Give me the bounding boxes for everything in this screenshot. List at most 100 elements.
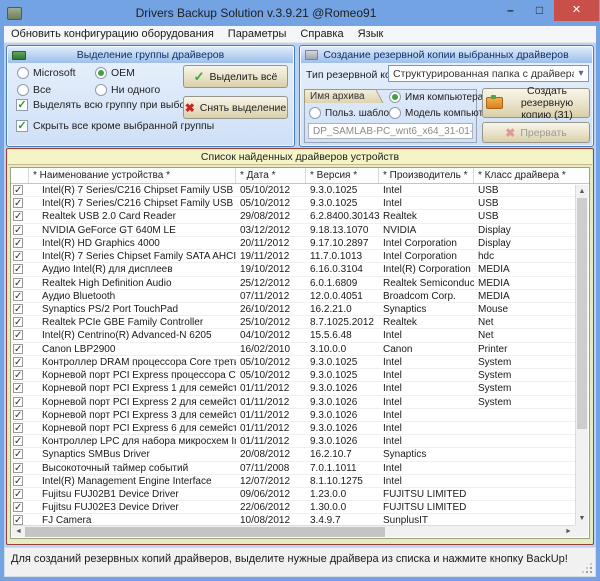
scroll-right-icon[interactable]: ► [562,526,575,538]
table-row[interactable]: ✓Корневой порт PCI Express 6 для семейст… [11,422,589,435]
client-area: Выделение группы драйверов Microsoft OEM… [4,43,596,577]
select-all-button[interactable]: ✓ Выделить всё [183,65,288,88]
close-button[interactable]: ✕ [554,0,599,21]
checkbox-select-whole-group[interactable]: ✓ Выделять всю группу при выборе [16,99,197,111]
radio-microsoft[interactable]: Microsoft [17,67,76,79]
table-row[interactable]: ✓Контроллер DRAM процессора Core третьег… [11,356,589,369]
radio-oem[interactable]: OEM [95,67,135,79]
table-row[interactable]: ✓Canon LBP290016/02/20103.10.0.0CanonPri… [11,343,589,356]
scroll-left-icon[interactable]: ◄ [12,526,25,538]
menu-help[interactable]: Справка [293,28,350,40]
radio-all[interactable]: Все [17,84,51,96]
row-checkbox[interactable]: ✓ [13,397,23,407]
radio-user-template[interactable]: Польз. шаблон [309,107,395,119]
column-device-name[interactable]: * Наименование устройства * [29,168,236,183]
table-row[interactable]: ✓NVIDIA GeForce GT 640M LE03/12/20129.18… [11,224,589,237]
table-row[interactable]: ✓Intel(R) HD Graphics 400020/11/20129.17… [11,237,589,250]
row-checkbox[interactable]: ✓ [13,502,23,512]
row-checkbox[interactable]: ✓ [13,185,23,195]
table-row[interactable]: ✓Высокоточный таймер событий07/11/20087.… [11,462,589,475]
radio-none[interactable]: Ни одного [95,84,160,96]
row-checkbox-cell: ✓ [11,435,29,447]
horizontal-scrollbar-thumb[interactable] [25,527,385,537]
chip-icon [12,51,26,60]
table-row[interactable]: ✓Fujitsu FUJ02B1 Device Driver09/06/2012… [11,488,589,501]
row-checkbox-cell: ✓ [11,237,29,249]
menu-refresh-hardware[interactable]: Обновить конфигурацию оборудования [4,28,221,40]
archive-name-panel: Имя архива Имя компьютера Польз. шаблон … [304,89,477,143]
column-version[interactable]: * Версия * [306,168,379,183]
vertical-scrollbar[interactable]: ▲ ▼ [575,185,588,525]
table-row[interactable]: ✓Корневой порт PCI Express 2 для семейст… [11,396,589,409]
table-row[interactable]: ✓Корневой порт PCI Express 3 для семейст… [11,409,589,422]
row-checkbox[interactable]: ✓ [13,423,23,433]
row-checkbox[interactable]: ✓ [13,304,23,314]
row-checkbox[interactable]: ✓ [13,251,23,261]
row-checkbox[interactable]: ✓ [13,278,23,288]
table-row[interactable]: ✓Synaptics SMBus Driver20/08/201216.2.10… [11,448,589,461]
row-checkbox[interactable]: ✓ [13,238,23,248]
row-checkbox[interactable]: ✓ [13,515,23,525]
row-checkbox[interactable]: ✓ [13,291,23,301]
scroll-down-icon[interactable]: ▼ [576,512,588,525]
group-driver-selection-header: Выделение группы драйверов [8,47,293,63]
table-row[interactable]: ✓Synaptics PS/2 Port TouchPad26/10/20121… [11,303,589,316]
row-checkbox[interactable]: ✓ [13,211,23,221]
table-row[interactable]: ✓Realtek USB 2.0 Card Reader29/08/20126.… [11,210,589,223]
row-checkbox[interactable]: ✓ [13,317,23,327]
scroll-up-icon[interactable]: ▲ [576,185,588,198]
table-row[interactable]: ✓Intel(R) 7 Series/C216 Chipset Family U… [11,197,589,210]
menu-language[interactable]: Язык [351,28,391,40]
deselect-button[interactable]: ✖ Снять выделение [183,96,288,119]
row-checkbox[interactable]: ✓ [13,370,23,380]
row-checkbox[interactable]: ✓ [13,410,23,420]
menu-parameters[interactable]: Параметры [221,28,294,40]
column-checkbox[interactable] [11,168,29,183]
backup-box-icon [486,97,503,109]
archive-name-input[interactable]: DP_SAMLAB-PC_wnt6_x64_31-01-2013 [308,123,473,139]
table-row[interactable]: ✓Intel(R) 7 Series/C216 Chipset Family U… [11,184,589,197]
table-row[interactable]: ✓Fujitsu FUJ02E3 Device Driver22/06/2012… [11,501,589,514]
maximize-button[interactable]: □ [525,0,554,21]
row-checkbox[interactable]: ✓ [13,198,23,208]
horizontal-scrollbar[interactable]: ◄ ► [12,525,575,537]
row-checkbox[interactable]: ✓ [13,436,23,446]
column-driver-class[interactable]: * Класс драйвера * [474,168,589,183]
column-date[interactable]: * Дата * [236,168,306,183]
abort-button[interactable]: ✖ Прервать [482,122,590,143]
row-checkbox[interactable]: ✓ [13,357,23,367]
row-checkbox[interactable]: ✓ [13,476,23,486]
radio-computer-name[interactable]: Имя компьютера [389,91,483,103]
table-row[interactable]: ✓Realtek High Definition Audio25/12/2012… [11,277,589,290]
row-checkbox[interactable]: ✓ [13,383,23,393]
backup-type-combobox[interactable]: Структурированная папка с драйверами ▾ [388,65,589,82]
minimize-button[interactable]: – [496,0,525,21]
cell-date: 26/10/2012 [236,303,306,315]
row-checkbox[interactable]: ✓ [13,264,23,274]
table-row[interactable]: ✓Intel(R) Centrino(R) Advanced-N 620504/… [11,329,589,342]
table-row[interactable]: ✓Realtek PCIe GBE Family Controller25/10… [11,316,589,329]
checkbox-hide-others[interactable]: ✓ Скрыть все кроме выбранной группы [16,120,214,132]
cell-manufacturer: Intel [379,369,474,381]
table-row[interactable]: ✓Intel(R) 7 Series Chipset Family SATA A… [11,250,589,263]
cell-date: 20/08/2012 [236,448,306,460]
table-row[interactable]: ✓Корневой порт PCI Express процессора Co… [11,369,589,382]
column-manufacturer[interactable]: * Производитель * [379,168,474,183]
vertical-scrollbar-thumb[interactable] [577,198,587,429]
radio-oem-circle [95,67,107,79]
row-checkbox[interactable]: ✓ [13,225,23,235]
table-row[interactable]: ✓Intel(R) Management Engine Interface12/… [11,475,589,488]
row-checkbox[interactable]: ✓ [13,344,23,354]
table-row[interactable]: ✓Корневой порт PCI Express 1 для семейст… [11,382,589,395]
resize-grip-icon[interactable] [581,562,593,574]
row-checkbox[interactable]: ✓ [13,449,23,459]
row-checkbox[interactable]: ✓ [13,489,23,499]
table-row[interactable]: ✓Контроллер LPC для набора микросхем Int… [11,435,589,448]
create-backup-button[interactable]: Создать резервную копию (31) [482,88,590,118]
cell-driver-class [474,475,589,487]
cell-device-name: NVIDIA GeForce GT 640M LE [29,224,236,236]
table-row[interactable]: ✓Аудио Intel(R) для дисплеев19/10/20126.… [11,263,589,276]
row-checkbox[interactable]: ✓ [13,330,23,340]
row-checkbox[interactable]: ✓ [13,463,23,473]
table-row[interactable]: ✓Аудио Bluetooth07/11/201212.0.0.4051Bro… [11,290,589,303]
